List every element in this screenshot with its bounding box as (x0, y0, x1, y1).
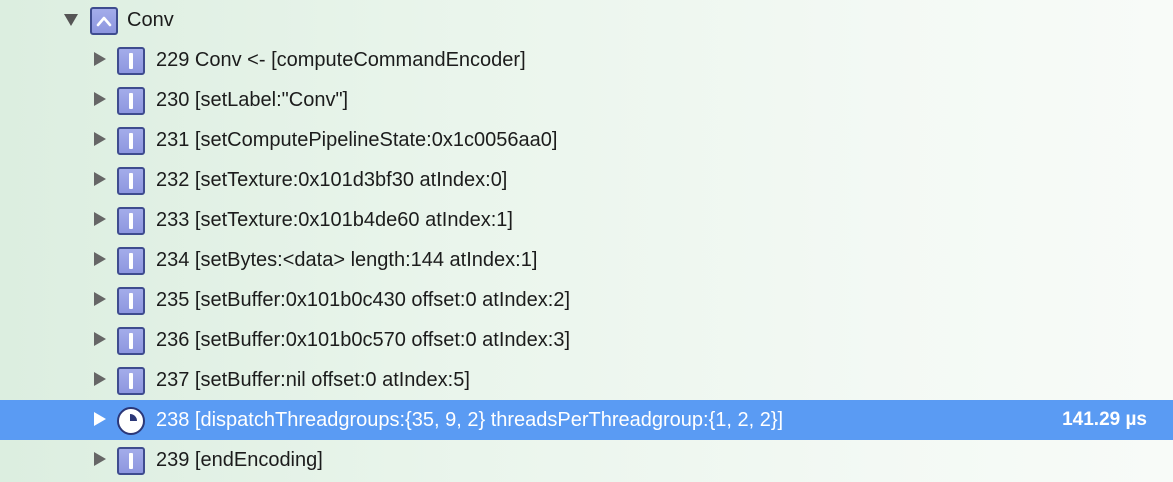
tree-row-command[interactable]: 232 [setTexture:0x101d3bf30 atIndex:0] (0, 160, 1173, 200)
command-label: 234 [setBytes:<data> length:144 atIndex:… (156, 249, 538, 271)
disclosure-triangle-expanded-icon[interactable] (64, 14, 78, 26)
command-icon (117, 367, 145, 395)
command-label: 235 [setBuffer:0x101b0c430 offset:0 atIn… (156, 289, 571, 311)
tree-row-command[interactable]: 234 [setBytes:<data> length:144 atIndex:… (0, 240, 1173, 280)
command-label: 238 [dispatchThreadgroups:{35, 9, 2} thr… (156, 409, 784, 431)
command-icon (117, 447, 145, 475)
command-icon (117, 167, 145, 195)
tree-row-command[interactable]: 230 [setLabel:"Conv"] (0, 80, 1173, 120)
command-label: 231 [setComputePipelineState:0x1c0056aa0… (156, 129, 558, 151)
tree-row-command[interactable]: 237 [setBuffer:nil offset:0 atIndex:5] (0, 360, 1173, 400)
command-label: 233 [setTexture:0x101b4de60 atIndex:1] (156, 209, 513, 231)
disclosure-triangle-collapsed-icon[interactable] (94, 292, 106, 306)
command-label: 237 [setBuffer:nil offset:0 atIndex:5] (156, 369, 470, 391)
group-label: Conv (127, 9, 174, 31)
tree-row-group-conv[interactable]: Conv (0, 0, 1173, 40)
command-icon (117, 207, 145, 235)
tree-row-command[interactable]: 231 [setComputePipelineState:0x1c0056aa0… (0, 120, 1173, 160)
disclosure-triangle-collapsed-icon[interactable] (94, 92, 106, 106)
command-label: 230 [setLabel:"Conv"] (156, 89, 349, 111)
disclosure-triangle-collapsed-icon[interactable] (94, 412, 106, 426)
disclosure-triangle-collapsed-icon[interactable] (94, 252, 106, 266)
disclosure-triangle-collapsed-icon[interactable] (94, 172, 106, 186)
command-label: 229 Conv <- [computeCommandEncoder] (156, 49, 526, 71)
tree-row-command-selected[interactable]: 238 [dispatchThreadgroups:{35, 9, 2} thr… (0, 400, 1173, 440)
disclosure-triangle-collapsed-icon[interactable] (94, 132, 106, 146)
tree-row-command[interactable]: 233 [setTexture:0x101b4de60 atIndex:1] (0, 200, 1173, 240)
command-label: 236 [setBuffer:0x101b0c570 offset:0 atIn… (156, 329, 571, 351)
command-icon (117, 87, 145, 115)
tree-row-command[interactable]: 235 [setBuffer:0x101b0c430 offset:0 atIn… (0, 280, 1173, 320)
command-icon (117, 287, 145, 315)
disclosure-triangle-collapsed-icon[interactable] (94, 52, 106, 66)
tree-row-command[interactable]: 239 [endEncoding] (0, 440, 1173, 480)
tree-row-command[interactable]: 229 Conv <- [computeCommandEncoder] (0, 40, 1173, 80)
dispatch-clock-icon (117, 407, 145, 435)
duration-value: 141.29 µs (1062, 409, 1147, 430)
command-icon (117, 327, 145, 355)
command-label: 232 [setTexture:0x101d3bf30 atIndex:0] (156, 169, 508, 191)
command-icon (117, 47, 145, 75)
disclosure-triangle-collapsed-icon[interactable] (94, 212, 106, 226)
command-label: 239 [endEncoding] (156, 449, 323, 471)
disclosure-triangle-collapsed-icon[interactable] (94, 372, 106, 386)
command-icon (117, 247, 145, 275)
disclosure-triangle-collapsed-icon[interactable] (94, 332, 106, 346)
command-tree: Conv 229 Conv <- [computeCommandEncoder]… (0, 0, 1173, 482)
group-up-chevron-icon (90, 7, 118, 35)
disclosure-triangle-collapsed-icon[interactable] (94, 452, 106, 466)
tree-row-command[interactable]: 236 [setBuffer:0x101b0c570 offset:0 atIn… (0, 320, 1173, 360)
command-icon (117, 127, 145, 155)
